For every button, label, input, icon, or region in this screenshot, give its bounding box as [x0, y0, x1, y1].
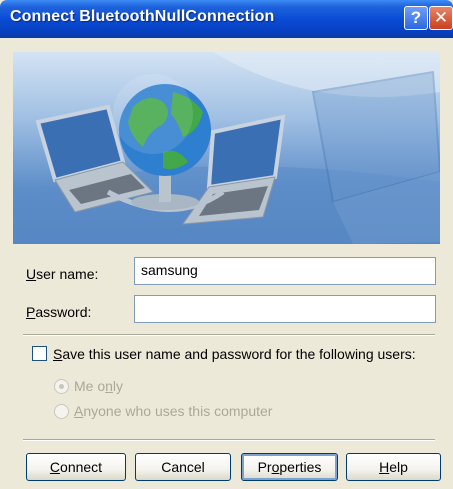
user-name-label: User name: [26, 266, 99, 282]
dialog-window: Connect BluetoothNullConnection ? ✕ User… [0, 0, 453, 489]
banner-illustration [13, 52, 440, 244]
user-name-input[interactable]: samsung [134, 257, 436, 285]
password-input[interactable] [134, 295, 436, 323]
connection-banner [13, 52, 440, 244]
radio-me-only-label[interactable]: Me only [74, 378, 123, 394]
help-title-button[interactable]: ? [404, 6, 428, 30]
close-button[interactable]: ✕ [429, 6, 453, 30]
radio-me-only[interactable] [54, 379, 69, 394]
radio-selected-dot [59, 384, 64, 389]
radio-anyone-label[interactable]: Anyone who uses this computer [74, 403, 272, 419]
separator [23, 334, 435, 336]
separator [23, 439, 435, 441]
save-credentials-label[interactable]: Save this user name and password for the… [53, 346, 416, 362]
cancel-button[interactable]: Cancel [135, 453, 231, 481]
save-credentials-checkbox[interactable] [32, 346, 47, 361]
help-button[interactable]: Help [346, 453, 441, 481]
window-title: Connect BluetoothNullConnection [10, 8, 275, 25]
properties-button[interactable]: Properties [241, 453, 338, 481]
close-icon: ✕ [433, 8, 449, 27]
help-icon: ? [410, 8, 422, 27]
radio-anyone[interactable] [54, 404, 69, 419]
title-bar[interactable]: Connect BluetoothNullConnection ? ✕ [0, 0, 453, 38]
connect-button[interactable]: Connect [26, 453, 126, 481]
password-label: Password: [26, 304, 92, 320]
